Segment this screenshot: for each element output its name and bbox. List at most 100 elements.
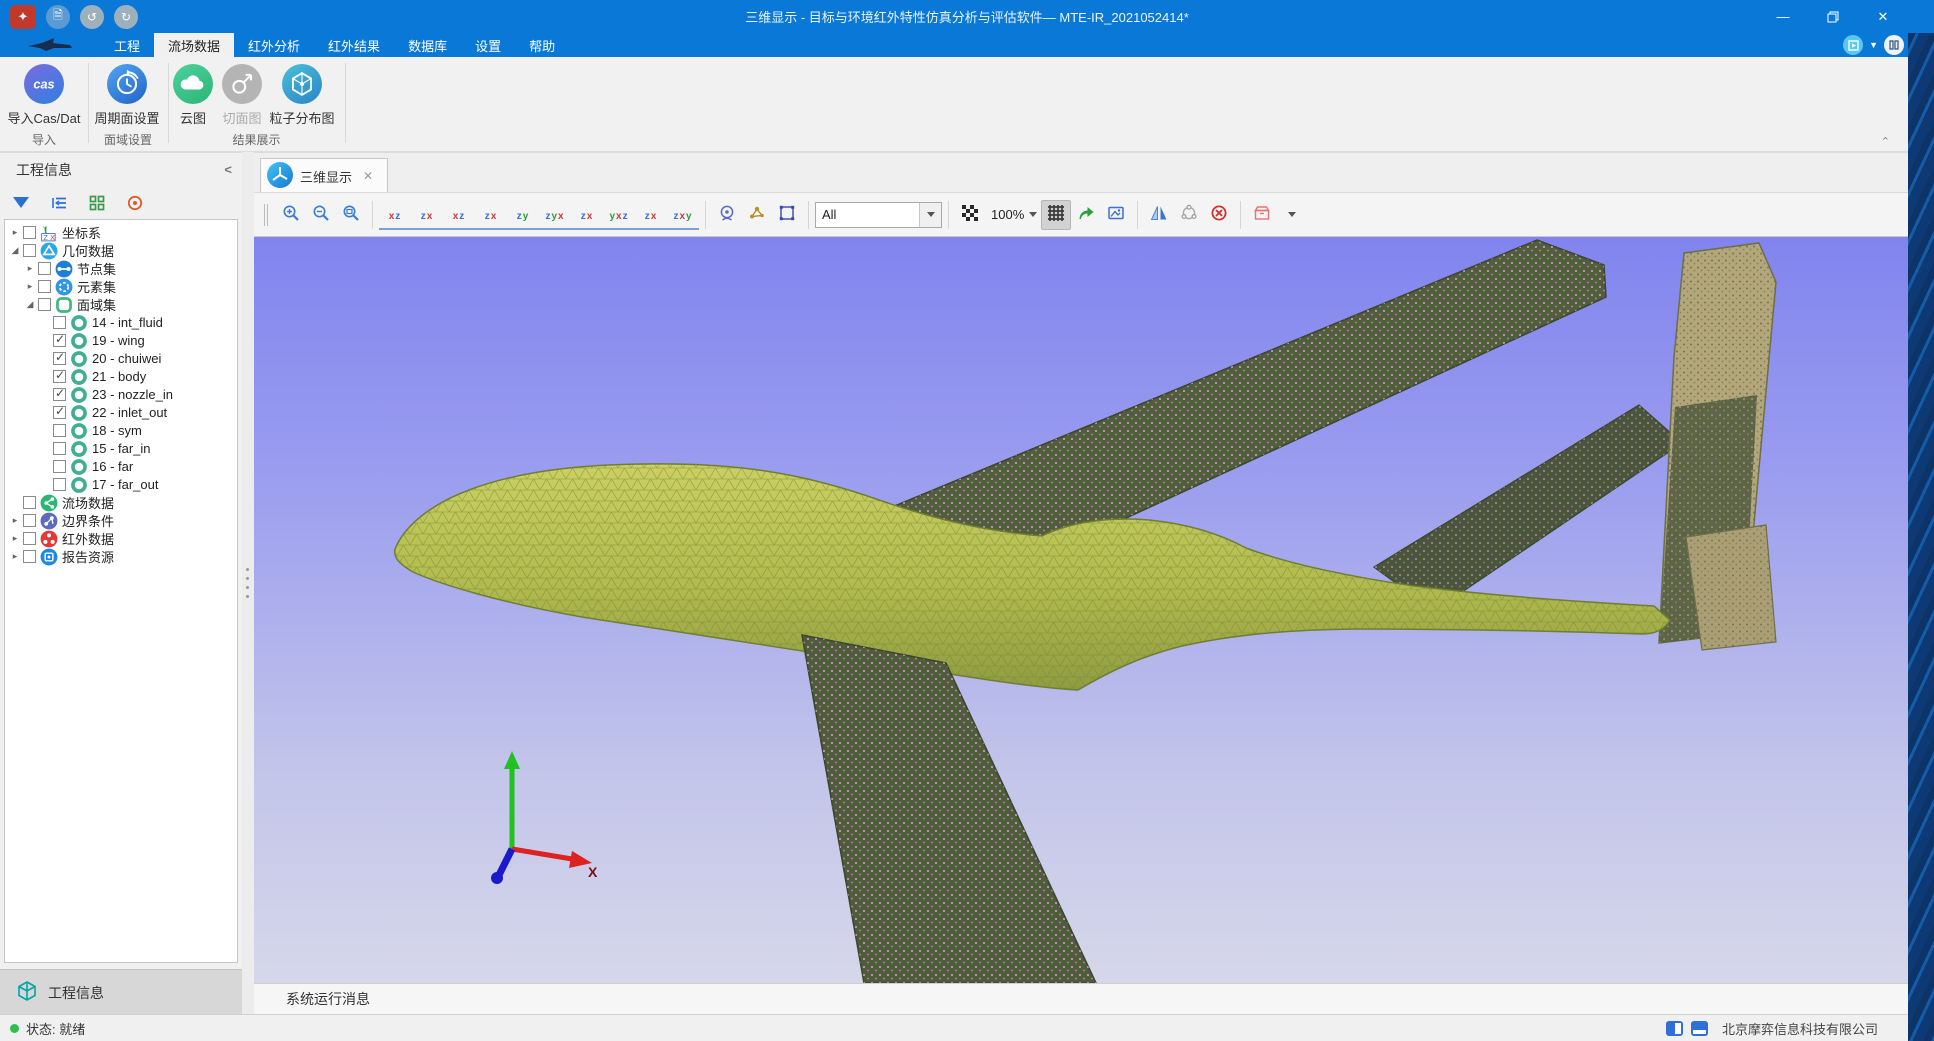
tree-checkbox[interactable]: [53, 352, 66, 365]
view-orientation-zyx-button[interactable]: zyx: [539, 200, 571, 230]
menu-item-5[interactable]: 设置: [461, 33, 515, 57]
zoom-out-button[interactable]: [306, 200, 336, 230]
tree-label[interactable]: 20 - chuiwei: [92, 351, 161, 366]
snapshot-button[interactable]: [1101, 200, 1131, 230]
layout-icon-a[interactable]: [1666, 1021, 1683, 1036]
tree-expand-icon[interactable]: ◢: [24, 299, 36, 310]
tree-expand-icon[interactable]: ▸: [9, 515, 21, 526]
tree-checkbox[interactable]: [53, 370, 66, 383]
tree-checkbox[interactable]: [23, 244, 36, 257]
tree-row[interactable]: 16 - far: [5, 457, 237, 475]
tree-checkbox[interactable]: [23, 550, 36, 563]
tree-row[interactable]: 18 - sym: [5, 421, 237, 439]
close-button[interactable]: ✕: [1858, 0, 1908, 33]
tree-row[interactable]: 20 - chuiwei: [5, 349, 237, 367]
tree-checkbox[interactable]: [53, 424, 66, 437]
molecule-button[interactable]: [742, 200, 772, 230]
tree-label[interactable]: 16 - far: [92, 459, 133, 474]
zoom-in-button[interactable]: [276, 200, 306, 230]
splitter-handle[interactable]: [246, 568, 249, 598]
tree-checkbox[interactable]: [53, 388, 66, 401]
tree-row[interactable]: 15 - far_in: [5, 439, 237, 457]
help-book-icon[interactable]: [1884, 35, 1904, 55]
display-filter-combobox[interactable]: All: [815, 202, 942, 228]
tree-row[interactable]: 流场数据: [5, 493, 237, 511]
forbid-button[interactable]: [1204, 200, 1234, 230]
tree-row[interactable]: ▸ 节点集: [5, 259, 237, 277]
tree-checkbox[interactable]: [38, 298, 51, 311]
tree-checkbox[interactable]: [23, 514, 36, 527]
tree-label[interactable]: 红外数据: [62, 529, 114, 548]
tree-checkbox[interactable]: [53, 334, 66, 347]
panel-splitter[interactable]: [242, 152, 254, 1014]
tree-row[interactable]: 14 - int_fluid: [5, 313, 237, 331]
tree-label[interactable]: 报告资源: [62, 547, 114, 566]
tree-label[interactable]: 面域集: [77, 295, 116, 314]
tree-label[interactable]: 17 - far_out: [92, 477, 159, 492]
menu-item-0[interactable]: 工程: [100, 33, 154, 57]
redo-icon[interactable]: ↻: [114, 5, 138, 29]
export-arrow-button[interactable]: [1071, 200, 1101, 230]
view-orientation-xz-button[interactable]: xz: [443, 200, 475, 230]
tree-row[interactable]: 17 - far_out: [5, 475, 237, 493]
tree-label[interactable]: 流场数据: [62, 493, 114, 512]
tree-label[interactable]: 22 - inlet_out: [92, 405, 167, 420]
tree-label[interactable]: 元素集: [77, 277, 116, 296]
menu-item-6[interactable]: 帮助: [515, 33, 569, 57]
ribbon-button-cas[interactable]: cas 导入Cas/Dat: [0, 62, 90, 127]
menu-item-3[interactable]: 红外结果: [314, 33, 394, 57]
package-dropdown-button[interactable]: [1277, 200, 1307, 230]
minimize-button[interactable]: —: [1758, 0, 1808, 33]
view-orientation-yxz-button[interactable]: yxz: [603, 200, 635, 230]
tab-close-icon[interactable]: ✕: [363, 169, 373, 183]
tree-row[interactable]: 19 - wing: [5, 331, 237, 349]
tree-label[interactable]: 节点集: [77, 259, 116, 278]
ribbon-button-particle[interactable]: 粒子分布图: [256, 62, 348, 127]
zoom-level-dropdown[interactable]: 100%: [991, 207, 1037, 222]
tree-row[interactable]: ▸ YZX 坐标系: [5, 223, 237, 241]
view-orientation-zx-button[interactable]: zx: [411, 200, 443, 230]
tree-expand-icon[interactable]: ▸: [24, 263, 36, 274]
select-box-button[interactable]: [772, 200, 802, 230]
tree-row[interactable]: 22 - inlet_out: [5, 403, 237, 421]
mirror-button[interactable]: [1144, 200, 1174, 230]
package-button[interactable]: [1247, 200, 1277, 230]
panel-collapse-icon[interactable]: <: [224, 162, 232, 177]
checker-button[interactable]: [955, 200, 985, 230]
tree-expand-icon[interactable]: ◢: [9, 245, 21, 256]
grid-tool-icon[interactable]: [86, 192, 108, 214]
tree-label[interactable]: 19 - wing: [92, 333, 145, 348]
tree-label[interactable]: 21 - body: [92, 369, 146, 384]
tree-label[interactable]: 14 - int_fluid: [92, 315, 163, 330]
target-tool-icon[interactable]: [124, 192, 146, 214]
tree-expand-icon[interactable]: ▸: [24, 281, 36, 292]
tree-label[interactable]: 18 - sym: [92, 423, 142, 438]
tree-row[interactable]: ▸ 边界条件: [5, 511, 237, 529]
orbit-button[interactable]: [1174, 200, 1204, 230]
tree-row[interactable]: ▸ 元素集: [5, 277, 237, 295]
toolbar-drag-handle[interactable]: [264, 204, 268, 226]
run-dropdown-caret-icon[interactable]: ▼: [1869, 40, 1878, 50]
tree-expand-icon[interactable]: ▸: [9, 533, 21, 544]
tree-checkbox[interactable]: [23, 496, 36, 509]
tree-checkbox[interactable]: [38, 280, 51, 293]
menu-item-1[interactable]: 流场数据: [154, 33, 234, 57]
panel-footer-tab[interactable]: 工程信息: [0, 969, 242, 1015]
app-icon[interactable]: ✦: [10, 5, 36, 29]
view-orientation-zx-button[interactable]: zx: [571, 200, 603, 230]
tree-checkbox[interactable]: [53, 406, 66, 419]
tree-label[interactable]: 23 - nozzle_in: [92, 387, 173, 402]
camera-button[interactable]: [712, 200, 742, 230]
tree-label[interactable]: 坐标系: [62, 223, 101, 242]
tree-checkbox[interactable]: [53, 316, 66, 329]
tree-label[interactable]: 几何数据: [62, 241, 114, 260]
run-icon[interactable]: [1843, 35, 1863, 55]
tree-checkbox[interactable]: [53, 460, 66, 473]
tree-checkbox[interactable]: [23, 532, 36, 545]
view-orientation-zy-button[interactable]: zy: [507, 200, 539, 230]
combobox-dropdown-icon[interactable]: [919, 203, 941, 227]
tree-expand-icon[interactable]: ▸: [9, 227, 21, 238]
view-orientation-zx-button[interactable]: zx: [635, 200, 667, 230]
viewport-3d[interactable]: X: [254, 237, 1908, 983]
tree-row[interactable]: 23 - nozzle_in: [5, 385, 237, 403]
